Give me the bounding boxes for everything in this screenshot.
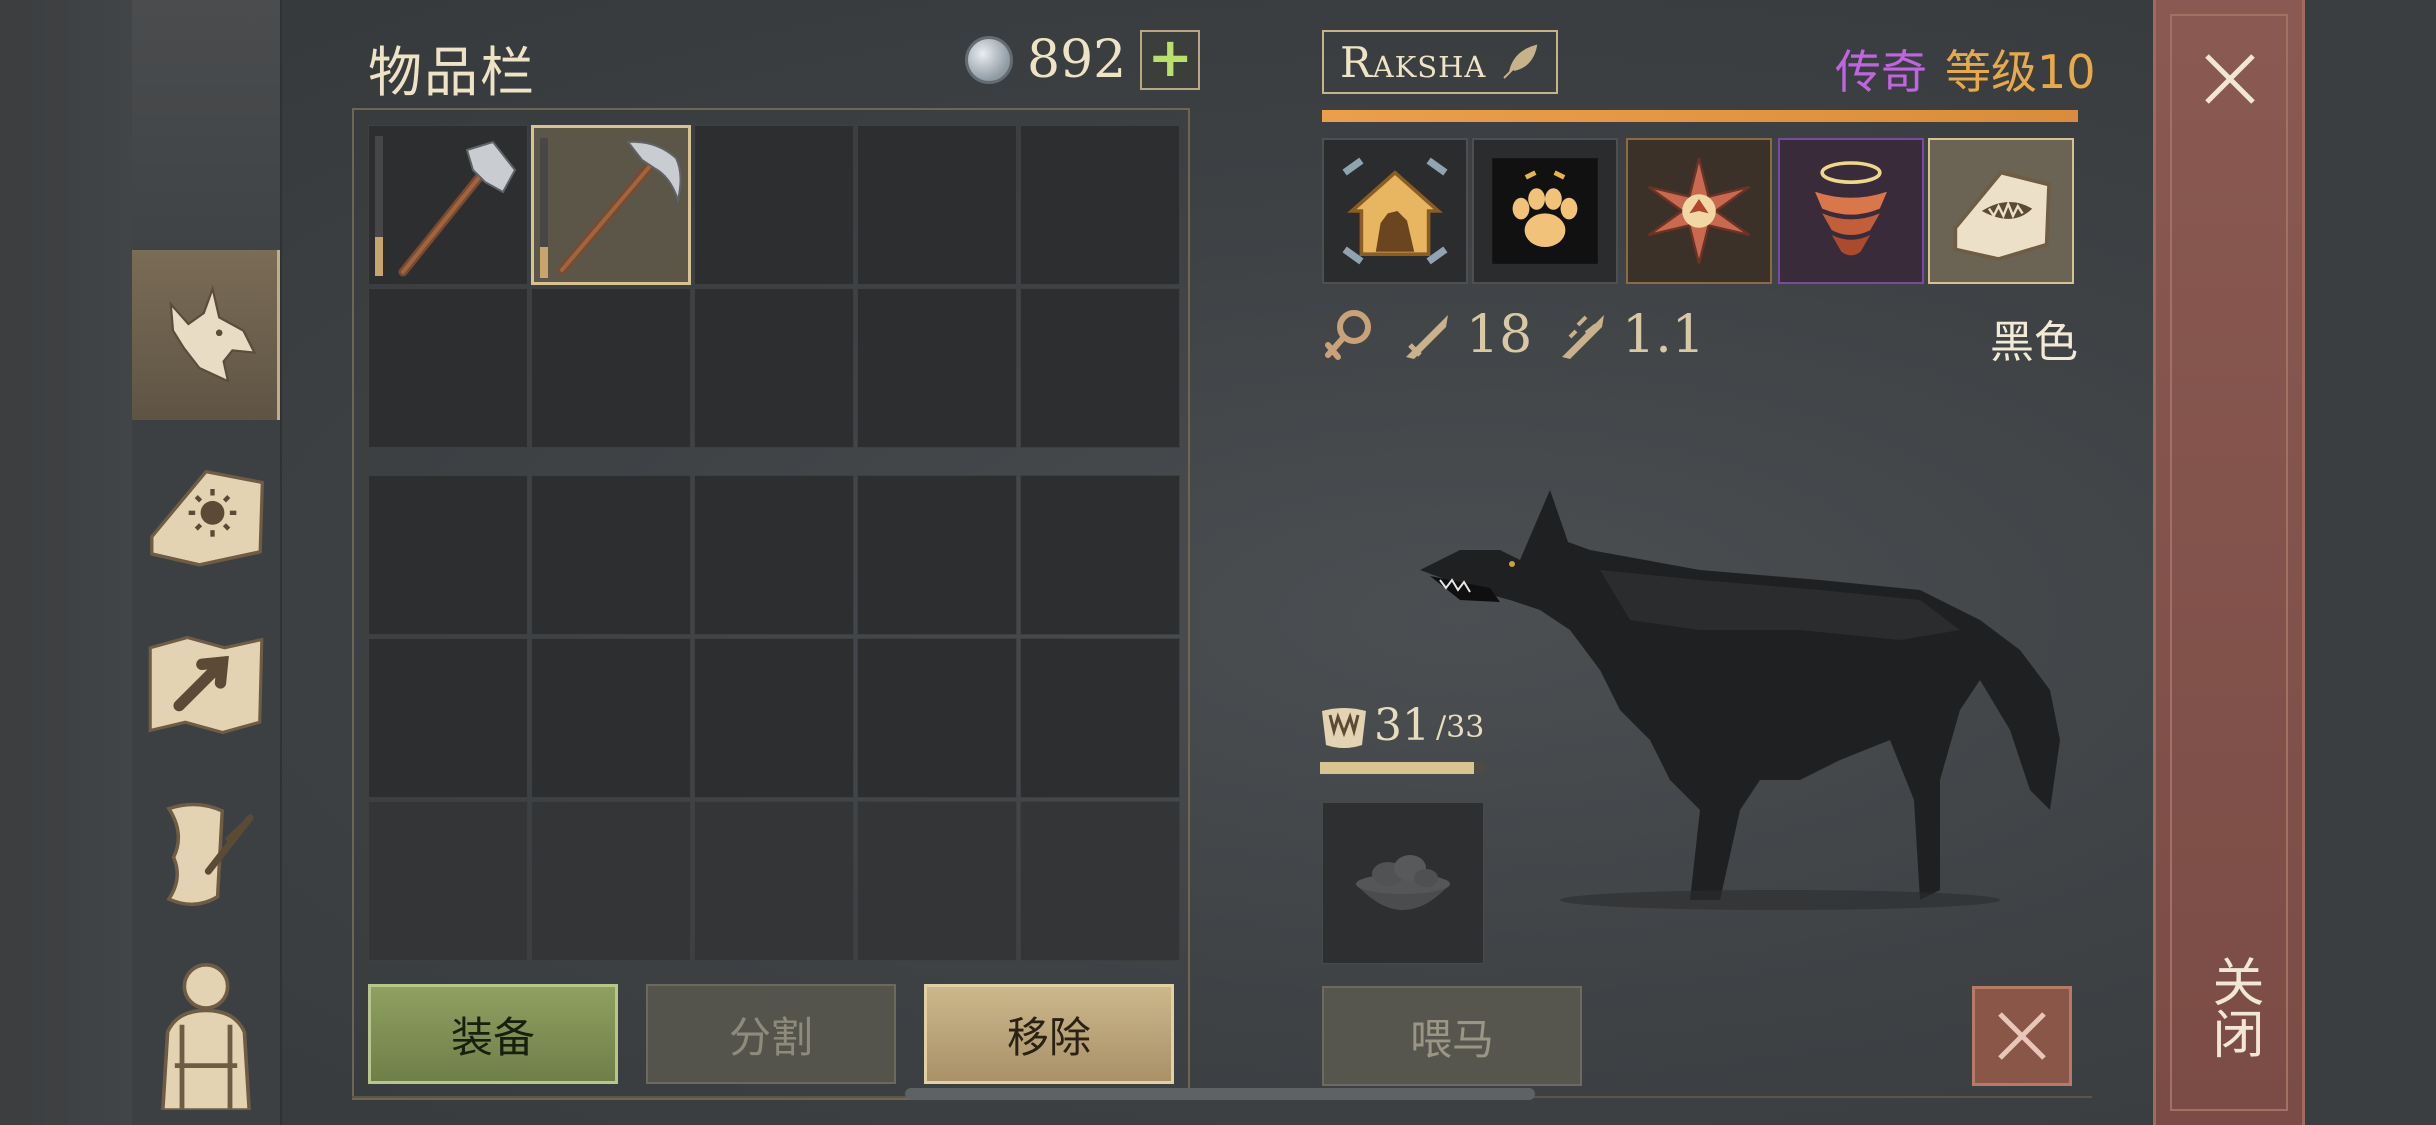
fangs-hunger-icon xyxy=(1322,708,1366,748)
map-arrow-icon xyxy=(148,635,264,735)
inventory-slot[interactable] xyxy=(531,475,691,635)
tab-quests[interactable] xyxy=(132,770,280,940)
pet-stats: 18 1.1 xyxy=(1320,300,1705,370)
female-gender-icon xyxy=(1325,310,1371,360)
currency-amount: 892 xyxy=(1027,30,1127,90)
trait-tornado[interactable] xyxy=(1778,138,1924,284)
trait-den[interactable] xyxy=(1322,138,1468,284)
fang-book-icon xyxy=(1953,170,2051,261)
inventory-slot[interactable] xyxy=(857,638,1017,798)
hunger-bar xyxy=(1320,762,1484,774)
food-bowl-icon xyxy=(1356,855,1450,910)
inventory-slot[interactable] xyxy=(857,475,1017,635)
den-icon xyxy=(1342,157,1448,265)
inventory-slot-locked xyxy=(857,801,1017,961)
remove-button[interactable]: 移除 xyxy=(924,984,1174,1084)
food-slot[interactable] xyxy=(1322,802,1484,964)
inventory-slot[interactable] xyxy=(1020,638,1180,798)
wolf-model xyxy=(1420,490,2060,910)
inventory-slot[interactable] xyxy=(857,125,1017,285)
inventory-slot[interactable] xyxy=(1020,475,1180,635)
sidebar-header xyxy=(132,0,280,252)
hammer-icon xyxy=(398,140,517,277)
close-panel-border xyxy=(2170,14,2288,1111)
pet-name: Raksha xyxy=(1340,37,1487,87)
trait-star-compass[interactable] xyxy=(1626,138,1772,284)
trait-fang-book[interactable] xyxy=(1928,138,2074,284)
pickaxe-icon xyxy=(557,140,682,275)
inventory-slot[interactable] xyxy=(1020,288,1180,448)
inventory-slot[interactable] xyxy=(694,288,854,448)
close-label: 关闭 xyxy=(2203,955,2263,1059)
left-margin xyxy=(0,0,132,1125)
feed-button[interactable]: 喂马 xyxy=(1322,986,1582,1086)
currency-display: 892 + xyxy=(965,28,1201,92)
attack-value: 18 xyxy=(1466,305,1533,365)
tab-crafting-book[interactable] xyxy=(132,430,280,600)
inventory-slot[interactable] xyxy=(368,288,528,448)
inventory-slot-hammer[interactable] xyxy=(368,125,528,285)
inventory-slot[interactable] xyxy=(368,638,528,798)
close-icon xyxy=(2205,54,2255,104)
wolf-head-icon xyxy=(169,284,257,384)
experience-bar xyxy=(1322,110,2078,122)
attack-stat: 18 xyxy=(1400,305,1532,365)
inventory-slot[interactable] xyxy=(531,638,691,798)
sun-book-icon xyxy=(150,469,265,567)
inventory-slot-locked xyxy=(694,801,854,961)
level-label: 等级10 xyxy=(1945,45,2096,99)
tab-map[interactable] xyxy=(132,600,280,770)
silver-coin-icon xyxy=(965,36,1013,84)
inventory-slot[interactable] xyxy=(368,475,528,635)
add-currency-button[interactable]: + xyxy=(1140,30,1201,90)
inventory-slot[interactable] xyxy=(531,288,691,448)
inventory-slot[interactable] xyxy=(694,125,854,285)
right-margin xyxy=(2305,0,2436,1125)
inventory-slot-locked xyxy=(368,801,528,961)
trait-paw[interactable] xyxy=(1472,138,1618,284)
scroll-quill-icon xyxy=(166,802,254,907)
character-silhouette-icon xyxy=(160,963,252,1110)
sword-attack-icon xyxy=(1406,315,1448,359)
scroll-indicator[interactable] xyxy=(905,1088,1535,1100)
attack-speed-stat: 1.1 xyxy=(1556,305,1705,365)
inventory-slot[interactable] xyxy=(1020,125,1180,285)
pet-name-box[interactable]: Raksha xyxy=(1322,30,1559,94)
inventory-slot[interactable] xyxy=(857,288,1017,448)
tab-character-equipment[interactable] xyxy=(132,950,280,1120)
inventory-grid-bottom xyxy=(368,475,1180,961)
split-button[interactable]: 分割 xyxy=(646,984,896,1084)
hunger-current: 31 xyxy=(1374,700,1430,751)
inventory-slot-locked xyxy=(531,801,691,961)
attack-speed-value: 1.1 xyxy=(1622,305,1705,365)
inventory-slot[interactable] xyxy=(694,475,854,635)
inventory-slot[interactable] xyxy=(694,638,854,798)
inventory-slot-pickaxe[interactable] xyxy=(531,125,691,285)
rarity-label: 传奇 xyxy=(1835,45,1927,99)
equip-button[interactable]: 装备 xyxy=(368,984,618,1084)
star-compass-icon xyxy=(1647,157,1751,265)
close-icon xyxy=(1998,1012,2046,1060)
tornado-icon xyxy=(1815,161,1887,256)
paw-icon xyxy=(1492,158,1598,264)
coat-color: 黑色 xyxy=(1990,317,2078,368)
close-button[interactable] xyxy=(2195,44,2265,114)
feather-rename-icon[interactable] xyxy=(1500,42,1540,82)
inventory-grid-top xyxy=(368,125,1180,448)
hunger-max: /33 xyxy=(1436,710,1485,745)
release-pet-button[interactable] xyxy=(1972,986,2072,1086)
tab-pet[interactable] xyxy=(132,250,280,420)
inventory-title: 物品栏 xyxy=(368,41,536,104)
sword-speed-icon xyxy=(1562,315,1605,359)
inventory-slot-locked xyxy=(1020,801,1180,961)
hunger-bar-fill xyxy=(1320,762,1475,774)
hunger-display: 31 /33 xyxy=(1320,700,1484,751)
